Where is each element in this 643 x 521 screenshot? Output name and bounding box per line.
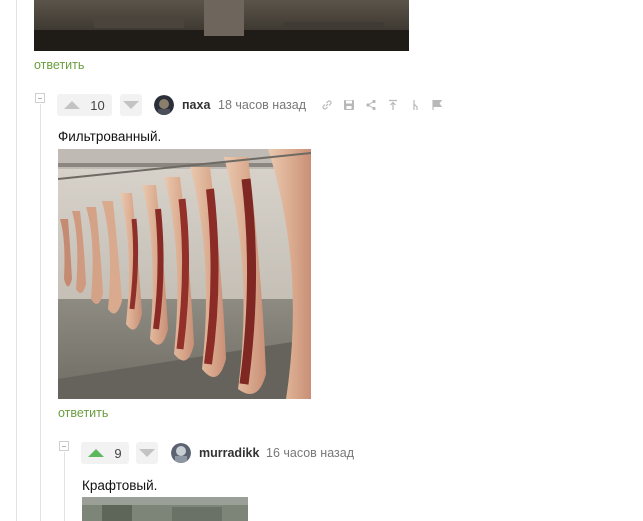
reply-link[interactable]: ответить	[58, 406, 108, 420]
branch-icon[interactable]	[409, 99, 421, 111]
reply-link[interactable]: ответить	[34, 58, 84, 72]
arrow-up-icon	[64, 101, 81, 109]
comment-image[interactable]	[58, 149, 311, 399]
comment-text: Фильтрованный.	[58, 129, 162, 144]
save-icon[interactable]	[343, 99, 355, 111]
username[interactable]: паха	[182, 98, 210, 112]
thread-line-level-1	[40, 104, 41, 521]
scroll-to-parent-icon[interactable]	[387, 99, 399, 111]
collapse-thread-button[interactable]	[35, 93, 45, 103]
arrow-up-icon	[88, 449, 105, 457]
avatar[interactable]	[154, 95, 174, 115]
thread-line-root	[16, 0, 17, 521]
comment-image[interactable]	[82, 497, 248, 521]
comment-rating: 10	[90, 97, 105, 113]
link-icon[interactable]	[321, 99, 333, 111]
arrow-down-icon	[123, 101, 139, 109]
share-icon[interactable]	[365, 99, 377, 111]
vote-down-button[interactable]	[120, 94, 142, 116]
arrow-down-icon	[139, 449, 155, 457]
vote-up-button[interactable]: 10	[57, 94, 112, 116]
thread-line-level-2	[64, 452, 65, 521]
previous-comment-image[interactable]	[34, 0, 409, 51]
avatar[interactable]	[171, 443, 191, 463]
vote-up-button[interactable]: 9	[81, 442, 129, 464]
comment-rating: 9	[114, 445, 122, 461]
comment-time[interactable]: 18 часов назад	[218, 98, 306, 112]
username[interactable]: murradikk	[199, 446, 259, 460]
comment-time[interactable]: 16 часов назад	[266, 446, 354, 460]
comment-text: Крафтовый.	[82, 478, 158, 493]
flag-icon[interactable]	[431, 99, 443, 111]
collapse-thread-button[interactable]	[59, 441, 69, 451]
vote-down-button[interactable]	[136, 442, 158, 464]
